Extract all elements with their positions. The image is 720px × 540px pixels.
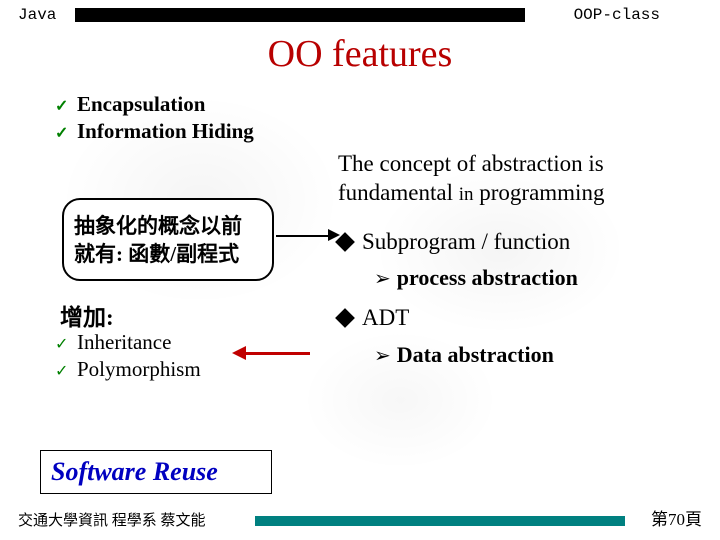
intro-text: The concept of abstraction is fundamenta… [338, 150, 698, 208]
arrow-red-head-icon [232, 346, 246, 360]
diamond-icon [335, 232, 355, 252]
intro-part-c: programming [474, 180, 605, 205]
slide-title: OO features [0, 32, 720, 76]
feature-checklist-2: ✓Inheritance ✓Polymorphism [55, 330, 201, 384]
footer-bar [255, 516, 625, 526]
check-icon: ✓ [55, 334, 77, 354]
check-label: Encapsulation [77, 92, 205, 116]
arrow-callout-to-right [276, 235, 328, 237]
diamond-icon [335, 308, 355, 328]
check-label: Polymorphism [77, 357, 201, 381]
software-reuse-box: Software Reuse [40, 450, 272, 494]
arrow-right-icon: ➢ [374, 345, 391, 367]
increase-label: 增加: [60, 298, 114, 332]
check-label: Information Hiding [77, 119, 254, 143]
right-content: The concept of abstraction is fundamenta… [338, 150, 698, 381]
bullet-adt: ADT [338, 304, 698, 333]
callout-line2: 就有: 函數/副程式 [74, 240, 262, 268]
header-bar [75, 8, 525, 22]
arrow-label: process abstraction [397, 265, 578, 290]
check-icon: ✓ [55, 123, 77, 143]
arrow-right-icon: ➢ [374, 268, 391, 290]
bullet-subprogram: Subprogram / function [338, 228, 698, 257]
header-right-oopclass: OOP-class [574, 6, 660, 24]
check-icon: ✓ [55, 96, 77, 116]
footer-author: 交通大學資訊 程學系 蔡文能 [18, 509, 206, 530]
callout-line1: 抽象化的概念以前 [74, 212, 262, 240]
check-item-encapsulation: ✓Encapsulation [55, 92, 254, 117]
callout-abstraction-history: 抽象化的概念以前 就有: 函數/副程式 [62, 198, 274, 281]
check-item-inheritance: ✓Inheritance [55, 330, 201, 355]
check-item-info-hiding: ✓Information Hiding [55, 119, 254, 144]
check-item-polymorphism: ✓Polymorphism [55, 357, 201, 382]
feature-checklist-1: ✓Encapsulation ✓Information Hiding [55, 92, 254, 146]
bullet-label: ADT [362, 305, 409, 330]
check-icon: ✓ [55, 361, 77, 381]
arrow-label: Data abstraction [397, 342, 554, 367]
header-left-java: Java [18, 6, 56, 24]
intro-part-b: in [459, 184, 474, 205]
arrow-red [245, 352, 310, 355]
arrow-process-abstraction: ➢ process abstraction [374, 264, 698, 292]
check-label: Inheritance [77, 330, 171, 354]
arrow-data-abstraction: ➢ Data abstraction [374, 341, 698, 369]
footer-page-number: 第70頁 [651, 505, 702, 530]
bullet-label: Subprogram / function [362, 229, 570, 254]
